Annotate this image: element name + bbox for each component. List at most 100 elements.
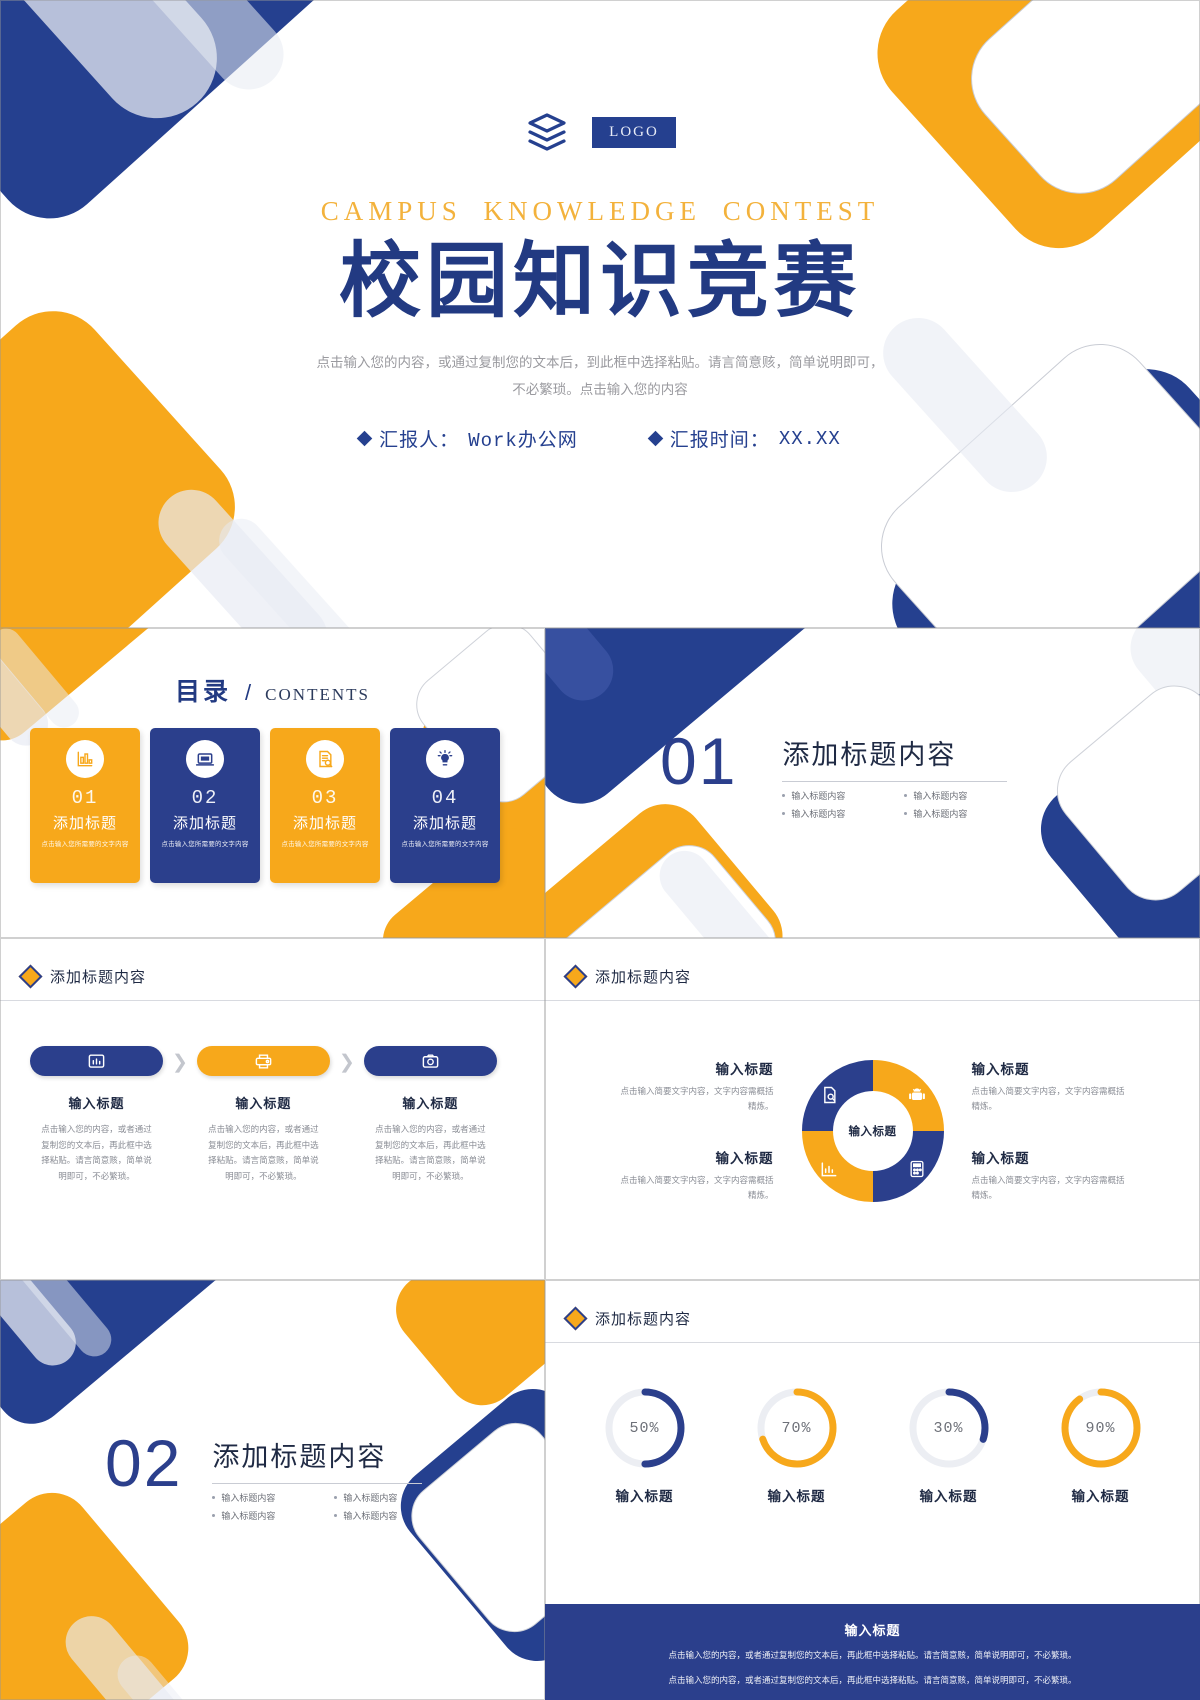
document-search-icon bbox=[818, 1084, 840, 1106]
process-flow: 输入标题 点击输入您的内容，或者通过复制您的文本后，再此框中选择粘贴。请言简意赅… bbox=[30, 1046, 497, 1185]
cycle-item-4: 输入标题 点击输入简要文字内容，文字内容需概括精炼。 bbox=[972, 1147, 1132, 1204]
percent-header-rule bbox=[545, 1342, 1200, 1343]
toc-card-title: 添加标题 bbox=[412, 815, 477, 832]
donut-ring-3: 30% bbox=[906, 1385, 992, 1471]
cycle-item-title: 输入标题 bbox=[715, 1150, 774, 1166]
section-01-block: 01 添加标题内容 输入标题内容 输入标题内容 输入标题内容 输入标题内容 bbox=[660, 724, 1014, 820]
list-item: 输入标题内容 bbox=[782, 807, 892, 820]
cycle-item-3: 输入标题 点击输入简要文字内容，文字内容需概括精炼。 bbox=[614, 1147, 774, 1204]
percent-item-4[interactable]: 90% 输入标题 bbox=[1036, 1385, 1166, 1505]
bullet-label: 输入标题内容 bbox=[791, 791, 846, 801]
slide-percentages: 添加标题内容 50% 输入标题 70% 输入标题 30% 输入标题 90% 输入… bbox=[545, 1280, 1200, 1700]
android-robot-icon bbox=[906, 1084, 928, 1106]
cycle-item-desc: 点击输入简要文字内容，文字内容需概括精炼。 bbox=[620, 1085, 774, 1112]
bullet-dot-icon bbox=[904, 812, 908, 815]
percent-header-title: 添加标题内容 bbox=[595, 1311, 692, 1328]
toc-heading: 目录 / CONTENTS bbox=[0, 672, 545, 708]
toc-card-number: 04 bbox=[431, 787, 459, 809]
cycle-item-desc: 点击输入简要文字内容，文字内容需概括精炼。 bbox=[971, 1174, 1125, 1200]
cycle-left-column: 输入标题 点击输入简要文字内容，文字内容需概括精炼。 输入标题 点击输入简要文字… bbox=[614, 1058, 774, 1204]
percent-footer-line-2: 点击输入您的内容，或者通过复制您的文本后，再此框中选择粘贴。请言简意赅，简单说明… bbox=[668, 1675, 1077, 1685]
diamond-icon bbox=[647, 430, 664, 447]
meta-presenter: 汇报人： Work办公网 bbox=[356, 425, 578, 453]
list-item: 输入标题内容 bbox=[904, 789, 1014, 802]
cycle-item-1: 输入标题 点击输入简要文字内容，文字内容需概括精炼。 bbox=[614, 1058, 774, 1115]
process-caption-1: 输入标题 bbox=[68, 1096, 125, 1111]
title-lede-line-2: 不必繁琐。点击输入您的内容 bbox=[512, 382, 688, 398]
decor-s3-outline-right bbox=[1041, 670, 1200, 916]
cycle-item-title: 输入标题 bbox=[715, 1061, 774, 1077]
bullet-label: 输入标题内容 bbox=[343, 1493, 398, 1503]
section-02-block: 02 添加标题内容 输入标题内容 输入标题内容 输入标题内容 输入标题内容 bbox=[105, 1430, 444, 1522]
list-item: 输入标题内容 bbox=[212, 1509, 322, 1522]
percent-item-3[interactable]: 30% 输入标题 bbox=[884, 1385, 1014, 1505]
toc-heading-en: CONTENTS bbox=[265, 685, 370, 704]
process-body-1: 点击输入您的内容，或者通过复制您的文本后，再此框中选择粘贴。请言简意赅，简单说明… bbox=[41, 1124, 152, 1182]
diamond-marker-icon bbox=[563, 964, 588, 989]
logo-badge: LOGO bbox=[592, 116, 676, 148]
section-02-bullets: 输入标题内容 输入标题内容 输入标题内容 输入标题内容 bbox=[212, 1491, 444, 1522]
process-header: 添加标题内容 bbox=[18, 964, 146, 989]
process-pill-3 bbox=[363, 1046, 497, 1076]
logo-row: LOGO bbox=[0, 110, 1200, 154]
toc-heading-slash: / bbox=[245, 680, 252, 705]
bullet-label: 输入标题内容 bbox=[913, 791, 968, 801]
percent-value-4: 90% bbox=[1085, 1419, 1116, 1437]
cycle-stage: 输入标题 点击输入简要文字内容，文字内容需概括精炼。 输入标题 点击输入简要文字… bbox=[583, 1033, 1163, 1228]
cycle-item-desc: 点击输入简要文字内容，文字内容需概括精炼。 bbox=[971, 1085, 1125, 1112]
process-step-2[interactable]: 输入标题 点击输入您的内容，或者通过复制您的文本后，再此框中选择粘贴。请言简意赅… bbox=[196, 1046, 330, 1185]
meta-date: 汇报时间： XX.XX bbox=[647, 425, 841, 452]
chevron-right-icon: ❯ bbox=[172, 1052, 188, 1073]
meta-presenter-value: Work办公网 bbox=[468, 430, 578, 453]
diamond-marker-icon bbox=[563, 1306, 588, 1331]
process-caption-2: 输入标题 bbox=[235, 1096, 292, 1111]
donut-ring-2: 70% bbox=[754, 1385, 840, 1471]
title-lede-line-1: 点击输入您的内容，或通过复制您的文本后，到此框中选择粘贴。请言简意赅，简单说明即… bbox=[316, 355, 884, 371]
toc-card-sub: 点击输入您所需要的文字内容 bbox=[41, 841, 129, 848]
percent-item-1[interactable]: 50% 输入标题 bbox=[580, 1385, 710, 1505]
slide-section-01: 01 添加标题内容 输入标题内容 输入标题内容 输入标题内容 输入标题内容 bbox=[545, 628, 1200, 938]
cycle-diagram-wrap: 输入标题 点击输入简要文字内容，文字内容需概括精炼。 输入标题 点击输入简要文字… bbox=[545, 1033, 1200, 1228]
toc-card-sub: 点击输入您所需要的文字内容 bbox=[401, 841, 489, 848]
section-01-number: 01 bbox=[660, 724, 738, 798]
toc-card-04[interactable]: 04 添加标题 点击输入您所需要的文字内容 bbox=[390, 728, 500, 883]
diamond-icon bbox=[356, 430, 373, 447]
process-step-1[interactable]: 输入标题 点击输入您的内容，或者通过复制您的文本后，再此框中选择粘贴。请言简意赅… bbox=[30, 1046, 163, 1185]
section-02-text: 添加标题内容 输入标题内容 输入标题内容 输入标题内容 输入标题内容 bbox=[212, 1435, 444, 1522]
page-title: 校园知识竞赛 bbox=[338, 236, 861, 327]
title-lede: 点击输入您的内容，或通过复制您的文本后，到此框中选择粘贴。请言简意赅，简单说明即… bbox=[0, 349, 1200, 403]
toc-card-number: 03 bbox=[311, 787, 339, 809]
toc-card-title: 添加标题 bbox=[52, 815, 117, 832]
process-body-3: 点击输入您的内容，或者通过复制您的文本后，再此框中选择粘贴。请言简意赅，简单说明… bbox=[375, 1124, 486, 1182]
toc-card-01[interactable]: 01 添加标题 点击输入您所需要的文字内容 bbox=[30, 728, 140, 883]
percent-footer-line-1: 点击输入您的内容，或者通过复制您的文本后，再此框中选择粘贴。请言简意赅，简单说明… bbox=[668, 1650, 1077, 1660]
cycle-center-label: 输入标题 bbox=[835, 1093, 910, 1168]
list-item: 输入标题内容 bbox=[334, 1509, 444, 1522]
process-caption-3: 输入标题 bbox=[402, 1096, 459, 1111]
bullet-dot-icon bbox=[334, 1496, 338, 1499]
chart-bar-icon bbox=[88, 1053, 105, 1068]
toc-card-02[interactable]: 02 添加标题 点击输入您所需要的文字内容 bbox=[150, 728, 260, 883]
process-step-3[interactable]: 输入标题 点击输入您的内容，或者通过复制您的文本后，再此框中选择粘贴。请言简意赅… bbox=[363, 1046, 497, 1185]
cycle-header-title: 添加标题内容 bbox=[595, 969, 692, 986]
section-02-rule bbox=[212, 1483, 423, 1484]
meta-date-label: 汇报时间： bbox=[669, 430, 770, 452]
toc-card-03[interactable]: 03 添加标题 点击输入您所需要的文字内容 bbox=[270, 728, 380, 883]
bullet-dot-icon bbox=[212, 1496, 216, 1499]
section-01-bullets: 输入标题内容 输入标题内容 输入标题内容 输入标题内容 bbox=[782, 789, 1014, 820]
section-01-rule bbox=[782, 781, 1008, 782]
document-search-icon bbox=[306, 740, 344, 778]
toc-card-sub: 点击输入您所需要的文字内容 bbox=[161, 841, 249, 848]
toc-card-title: 添加标题 bbox=[292, 815, 357, 832]
list-item: 输入标题内容 bbox=[782, 789, 892, 802]
cycle-item-2: 输入标题 点击输入简要文字内容，文字内容需概括精炼。 bbox=[972, 1058, 1132, 1115]
section-01-text: 添加标题内容 输入标题内容 输入标题内容 输入标题内容 输入标题内容 bbox=[782, 733, 1014, 820]
lightbulb-icon bbox=[426, 740, 464, 778]
percent-item-2[interactable]: 70% 输入标题 bbox=[732, 1385, 862, 1505]
section-02-title: 添加标题内容 bbox=[212, 1442, 387, 1472]
laptop-icon bbox=[186, 740, 224, 778]
stacked-books-icon bbox=[524, 110, 570, 154]
slide-cycle: 添加标题内容 输入标题 点击输入简要文字内容，文字内容需概括精炼。 输入标题 点… bbox=[545, 938, 1200, 1280]
slide-title: LOGO CAMPUS KNOWLEDGE CONTEST 校园知识竞赛 点击输… bbox=[0, 0, 1200, 628]
process-header-rule bbox=[0, 1000, 545, 1001]
